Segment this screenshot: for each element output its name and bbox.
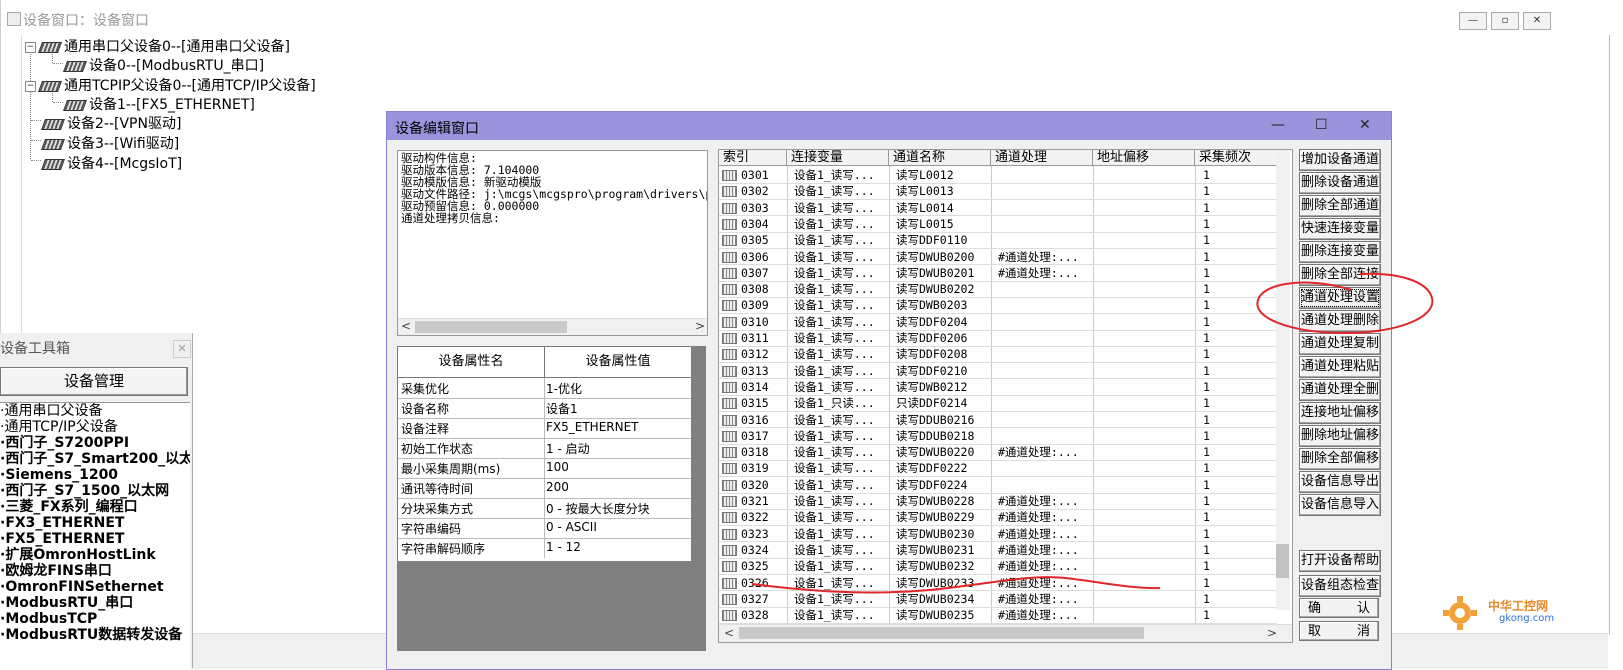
- annotation-overlay: [751, 272, 1434, 594]
- watermark-brand: 中华工控网: [1488, 599, 1549, 613]
- annotation-underline: [751, 576, 1161, 594]
- gear-logo-icon: [1443, 596, 1477, 630]
- watermark-domain: gkong.com: [1499, 613, 1555, 624]
- annotation-circle: [1256, 272, 1434, 335]
